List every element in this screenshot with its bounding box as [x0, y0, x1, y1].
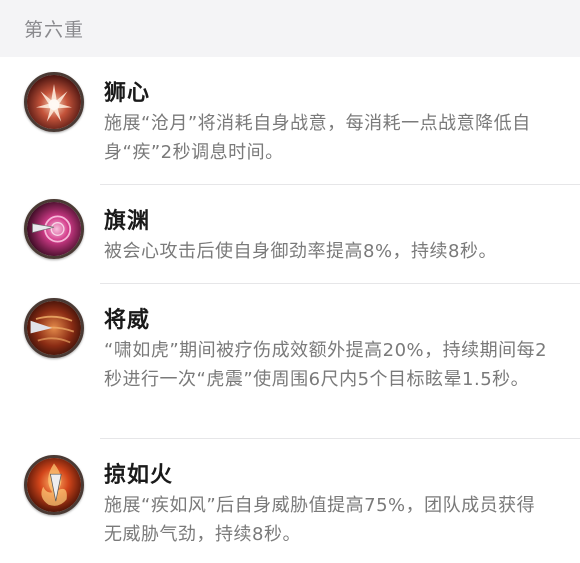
talent-item-plunder-fire[interactable]: 掠如火 施展“疾如风”后自身威胁值提高75%，团队成员获得无威胁气劲，持续8秒。: [0, 439, 580, 563]
talent-description: 被会心攻击后使自身御劲率提高8%，持续8秒。: [104, 241, 498, 262]
talent-description: 施展“疾如风”后自身威胁值提高75%，团队成员获得无威胁气劲，持续8秒。: [104, 495, 536, 545]
talent-name: 狮心: [104, 81, 151, 106]
talent-item-lion-heart[interactable]: 狮心 施展“沧月”将消耗自身战意，每消耗一点战意降低自身“疾”2秒调息时间。: [0, 57, 580, 185]
talent-name: 旗渊: [104, 209, 151, 234]
talent-description: 施展“沧月”将消耗自身战意，每消耗一点战意降低自身“疾”2秒调息时间。: [104, 113, 531, 163]
talent-name: 掠如火: [104, 463, 174, 488]
talent-name: 将威: [104, 308, 151, 333]
lion-heart-icon: [24, 72, 84, 132]
talent-item-general-might[interactable]: 将威 “啸如虎”期间被疗伤成效额外提高20%，持续期间每2秒进行一次“虎震”使周…: [0, 284, 580, 439]
section-header: 第六重: [0, 0, 580, 57]
talent-item-banner-abyss[interactable]: 旗渊 被会心攻击后使自身御劲率提高8%，持续8秒。: [0, 185, 580, 284]
section-title: 第六重: [24, 19, 85, 41]
general-might-icon: [24, 298, 84, 358]
plunder-fire-icon: [24, 455, 84, 515]
talent-description: “啸如虎”期间被疗伤成效额外提高20%，持续期间每2秒进行一次“虎震”使周围6尺…: [104, 340, 548, 390]
banner-abyss-icon: [24, 199, 84, 259]
